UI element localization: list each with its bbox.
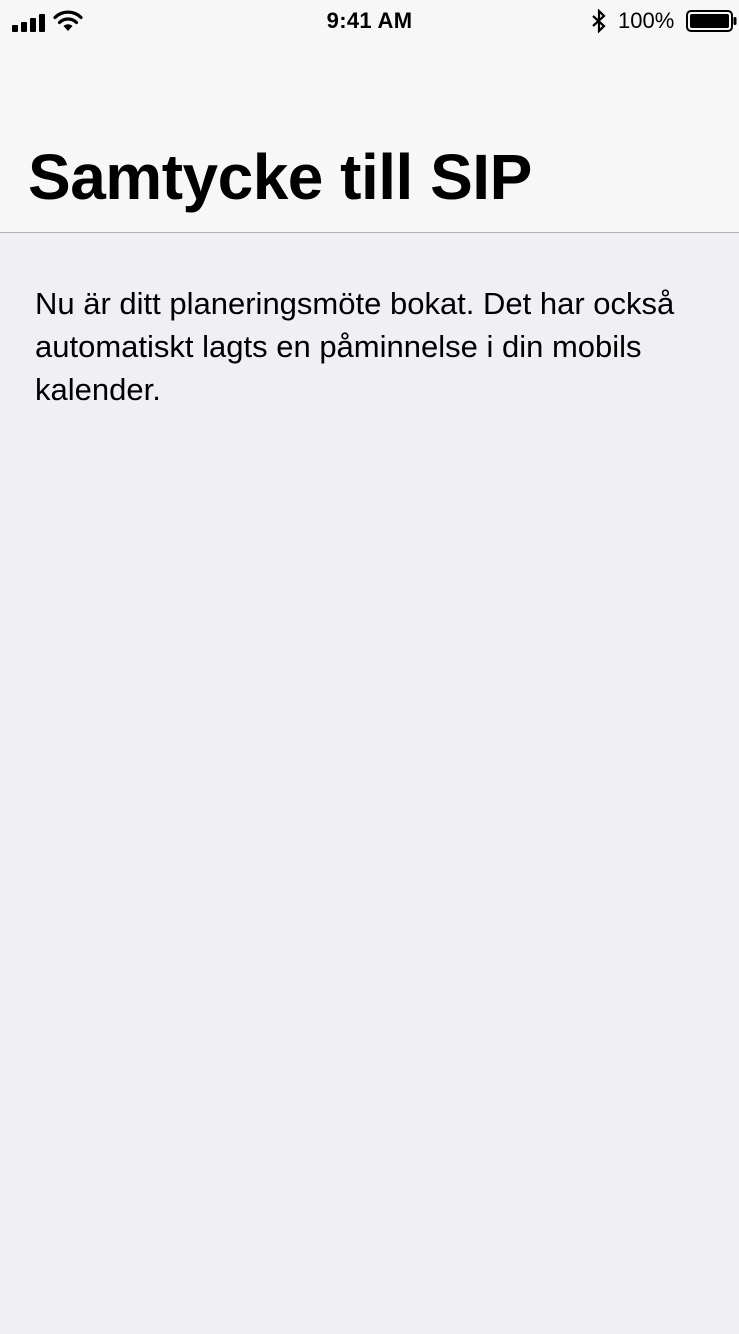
navigation-header: 9:41 AM 100% Samtycke till SIP	[0, 0, 739, 233]
page-title: Samtycke till SIP	[28, 141, 532, 213]
booking-confirmation-message: Nu är ditt planeringsmöte bokat. Det har…	[35, 286, 675, 407]
battery-icon	[686, 10, 737, 32]
bluetooth-icon	[592, 9, 606, 33]
status-bar: 9:41 AM 100%	[0, 0, 739, 42]
battery-percentage: 100%	[618, 8, 675, 33]
